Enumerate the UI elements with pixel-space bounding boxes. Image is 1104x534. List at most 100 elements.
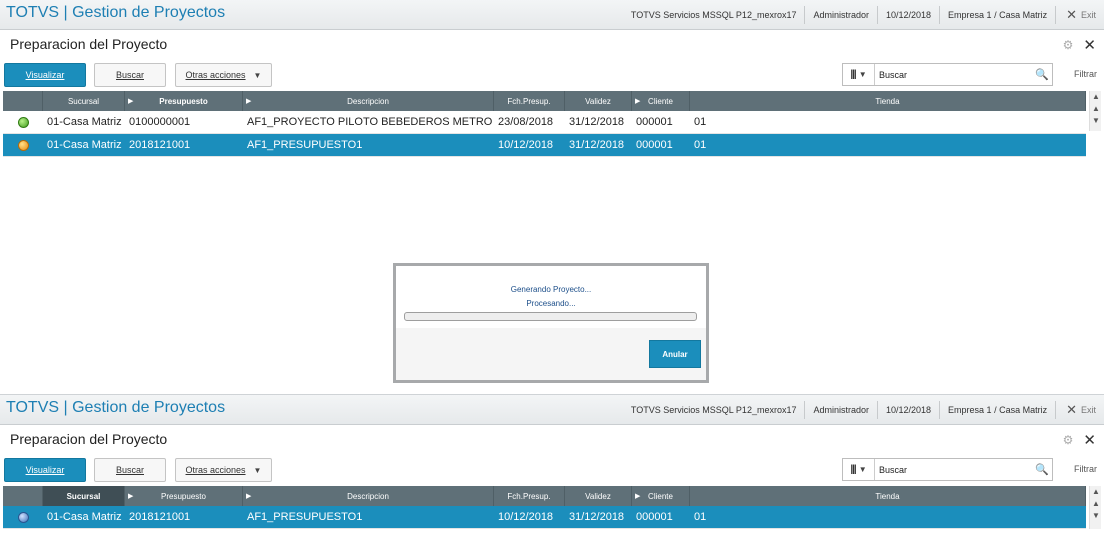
- filter-link[interactable]: Filtrar: [1074, 464, 1097, 474]
- cell-validez: 31/12/2018: [569, 511, 625, 523]
- status-cell: [3, 116, 43, 128]
- sort-arrow-icon: ▶: [635, 98, 641, 105]
- search-box: ||| ▼ Buscar 🔍: [842, 458, 1053, 481]
- exit-button[interactable]: ✕ Exit: [1055, 6, 1096, 24]
- header-fecha[interactable]: Fch.Presup.: [494, 91, 565, 111]
- cell-cliente: 000001: [636, 116, 673, 128]
- progress-dialog: Generando Proyecto... Procesando... Anul…: [393, 263, 709, 383]
- exit-button[interactable]: ✕ Exit: [1055, 401, 1096, 419]
- date-label[interactable]: 10/12/2018: [877, 401, 939, 419]
- user-label[interactable]: Administrador: [804, 6, 877, 24]
- table-row[interactable]: 01-Casa Matriz 2018121001 AF1_PRESUPUESTO1…: [3, 134, 1086, 157]
- more-actions-button[interactable]: Otras acciones ▼: [175, 458, 272, 482]
- top-bar: TOTVS | Gestion de Proyectos TOTVS Servi…: [0, 395, 1104, 425]
- header-label: Presupuesto: [161, 491, 206, 501]
- header-sucursal[interactable]: Sucursal: [43, 91, 125, 111]
- header-label: Fch.Presup.: [507, 96, 551, 106]
- filter-link[interactable]: Filtrar: [1074, 69, 1097, 79]
- dialog-status: Procesando...: [526, 299, 576, 308]
- company-label[interactable]: Empresa 1 / Casa Matriz: [939, 401, 1055, 419]
- status-dot-icon: [17, 116, 29, 128]
- toolbar: Visualizar Buscar Otras acciones ▼ ||| ▼ B…: [4, 63, 1100, 87]
- budget-grid: Sucursal ▶ Presupuesto ▶ Descripcion Fch.P…: [3, 91, 1086, 157]
- header-label: Validez: [585, 491, 611, 501]
- date-label[interactable]: 10/12/2018: [877, 6, 939, 24]
- environment-label: TOTVS Servicios MSSQL P12_mexrox17: [630, 10, 797, 20]
- top-bar: TOTVS | Gestion de Proyectos TOTVS Servi…: [0, 0, 1104, 30]
- header-label: Tienda: [875, 491, 900, 501]
- cell-fecha: 23/08/2018: [498, 116, 554, 128]
- header-presupuesto[interactable]: ▶ Presupuesto: [125, 91, 243, 111]
- close-icon[interactable]: ✕: [1083, 36, 1096, 54]
- search-button[interactable]: Buscar: [94, 63, 166, 87]
- scroll-down-icon[interactable]: ▼: [1090, 510, 1102, 522]
- cell-tienda: 01: [694, 511, 707, 523]
- session-info: TOTVS Servicios MSSQL P12_mexrox17 Admin…: [623, 395, 1096, 425]
- more-actions-button[interactable]: Otras acciones ▼: [175, 63, 272, 87]
- caret-down-icon: ▼: [858, 70, 867, 79]
- grid-scrollbar[interactable]: ▲ ▲ ▼: [1089, 486, 1101, 529]
- magnifier-icon[interactable]: 🔍: [1032, 68, 1052, 81]
- caret-down-icon: ▼: [253, 70, 262, 80]
- scroll-down-icon[interactable]: ▼: [1090, 115, 1102, 127]
- exit-label: Exit: [1080, 10, 1096, 20]
- header-icons: ⚙ ✕: [1063, 431, 1096, 449]
- cell-fecha: 10/12/2018: [498, 139, 554, 151]
- header-fecha[interactable]: Fch.Presup.: [494, 486, 565, 506]
- cell-validez: 31/12/2018: [569, 139, 625, 151]
- close-icon[interactable]: ✕: [1083, 431, 1096, 449]
- header-status: [3, 486, 43, 506]
- view-button[interactable]: Visualizar: [4, 63, 86, 87]
- header-presupuesto[interactable]: ▶ Presupuesto: [125, 486, 243, 506]
- header-validez[interactable]: Validez: [565, 91, 632, 111]
- header-cliente[interactable]: ▶ Cliente: [632, 486, 690, 506]
- scroll-page-up-icon[interactable]: ▲: [1090, 103, 1102, 115]
- view-button[interactable]: Visualizar: [4, 458, 86, 482]
- scroll-up-icon[interactable]: ▲: [1090, 486, 1102, 498]
- cell-cliente: 000001: [636, 511, 673, 523]
- gear-icon[interactable]: ⚙: [1063, 433, 1074, 447]
- budget-grid: Sucursal ▶ Presupuesto ▶ Descripcion Fch.P…: [3, 486, 1086, 529]
- cell-presupuesto: 2018121001: [129, 139, 191, 151]
- sort-arrow-icon: ▶: [246, 493, 252, 500]
- page-title: Preparacion del Proyecto: [10, 36, 168, 52]
- header-status: [3, 91, 43, 111]
- header-label: Tienda: [875, 96, 900, 106]
- status-cell: [3, 139, 43, 151]
- cancel-button[interactable]: Anular: [649, 340, 701, 368]
- cell-descripcion: AF1_PRESUPUESTO1: [247, 139, 363, 151]
- gear-icon[interactable]: ⚙: [1063, 38, 1074, 52]
- cell-sucursal: 01-Casa Matriz: [47, 116, 122, 128]
- cell-tienda: 01: [694, 139, 707, 151]
- header-tienda[interactable]: Tienda: [690, 486, 1086, 506]
- status-cell: [3, 511, 43, 523]
- view-button-label: Visualizar: [25, 465, 65, 475]
- magnifier-icon[interactable]: 🔍: [1032, 463, 1052, 476]
- grid-scrollbar[interactable]: ▲ ▲ ▼: [1089, 91, 1101, 131]
- header-descripcion[interactable]: ▶ Descripcion: [243, 486, 494, 506]
- header-icons: ⚙ ✕: [1063, 36, 1096, 54]
- scroll-page-up-icon[interactable]: ▲: [1090, 498, 1102, 510]
- table-row[interactable]: 01-Casa Matriz 2018121001 AF1_PRESUPUESTO1…: [3, 506, 1086, 529]
- search-box: ||| ▼ Buscar 🔍: [842, 63, 1053, 86]
- header-sucursal[interactable]: Sucursal: [43, 486, 125, 506]
- search-input[interactable]: Buscar: [875, 70, 1032, 80]
- header-cliente[interactable]: ▶ Cliente: [632, 91, 690, 111]
- user-label[interactable]: Administrador: [804, 401, 877, 419]
- header-validez[interactable]: Validez: [565, 486, 632, 506]
- header-label: Presupuesto: [159, 96, 208, 106]
- columns-selector[interactable]: ||| ▼: [843, 459, 875, 480]
- view-button-label: Visualizar: [25, 70, 65, 80]
- cell-validez: 31/12/2018: [569, 116, 625, 128]
- scroll-up-icon[interactable]: ▲: [1090, 91, 1102, 103]
- search-input[interactable]: Buscar: [875, 465, 1032, 475]
- company-label[interactable]: Empresa 1 / Casa Matriz: [939, 6, 1055, 24]
- header-label: Sucursal: [67, 96, 100, 106]
- search-button[interactable]: Buscar: [94, 458, 166, 482]
- table-row[interactable]: 01-Casa Matriz 0100000001 AF1_PROYECTO PIL…: [3, 111, 1086, 134]
- search-button-label: Buscar: [115, 465, 144, 475]
- columns-selector[interactable]: ||| ▼: [843, 64, 875, 85]
- header-tienda[interactable]: Tienda: [690, 91, 1086, 111]
- header-descripcion[interactable]: ▶ Descripcion: [243, 91, 494, 111]
- status-dot-icon: [17, 511, 29, 523]
